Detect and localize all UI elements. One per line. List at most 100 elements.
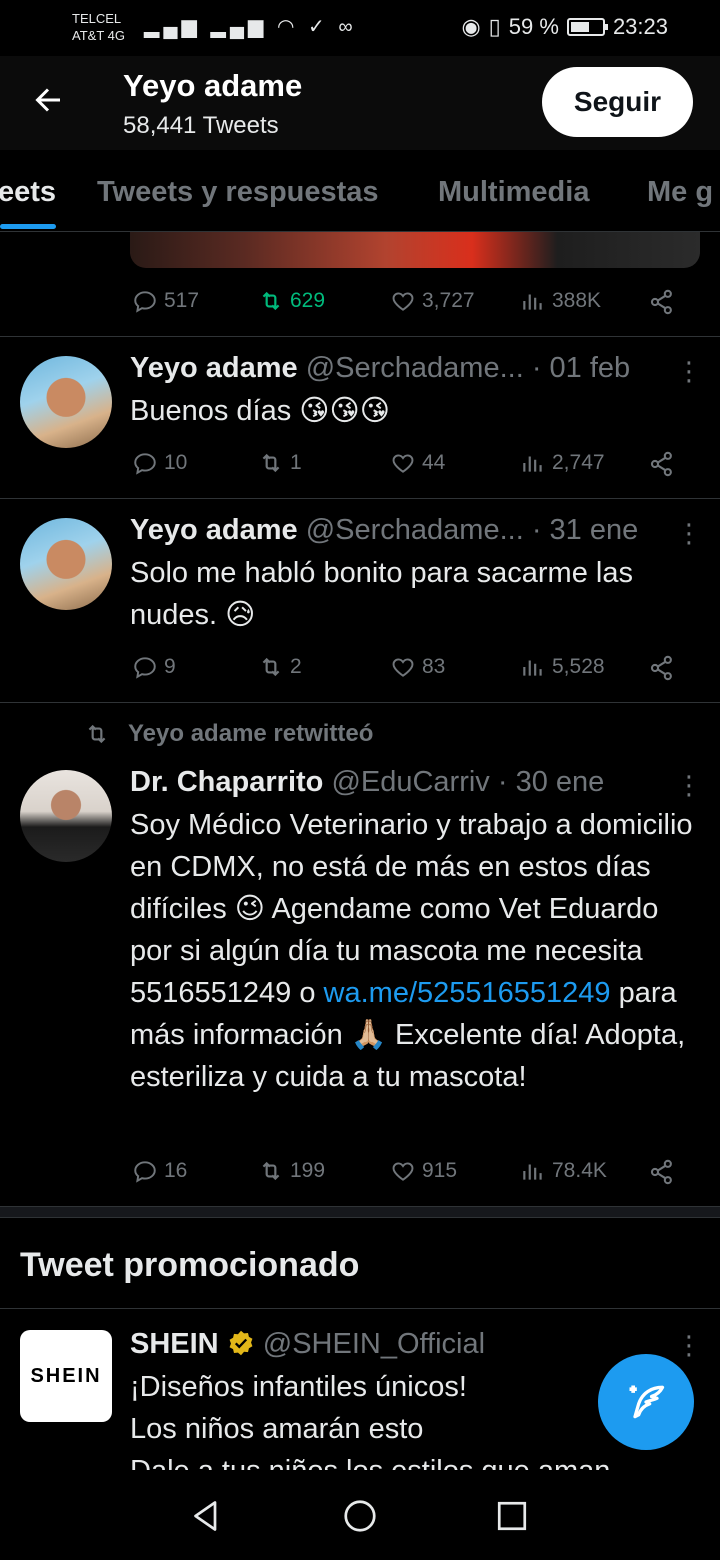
retweet-count: 199: [290, 1159, 326, 1182]
views-button[interactable]: 78.4K: [520, 1158, 607, 1184]
eye-icon: ◉: [461, 14, 481, 39]
author-name[interactable]: Yeyo adame: [130, 514, 298, 546]
reply-count: 16: [164, 1159, 188, 1182]
notification-icon: ∞: [338, 16, 357, 38]
avatar[interactable]: [20, 518, 112, 610]
nav-back-icon[interactable]: [188, 1498, 224, 1534]
like-button[interactable]: 83: [390, 654, 445, 680]
download-icon: ✓: [308, 16, 329, 38]
heart-icon: [392, 454, 414, 473]
tweet-text: Solo me habló bonito para sacarme las nu…: [130, 557, 633, 631]
share-button[interactable]: [648, 1158, 676, 1191]
more-options-icon[interactable]: ⋮: [676, 770, 702, 800]
carrier-2: AT&T 4G: [72, 28, 125, 43]
like-button[interactable]: 915: [390, 1158, 457, 1184]
reply-count: 517: [164, 289, 200, 312]
like-button[interactable]: 44: [390, 450, 445, 476]
retweet-context[interactable]: Yeyo adame retwitteó: [84, 720, 373, 748]
divider: [0, 702, 720, 703]
profile-tabs: eets Tweets y respuestas Multimedia Me g: [0, 150, 720, 232]
retweet-icon: [88, 724, 106, 744]
reply-button[interactable]: 9: [132, 654, 176, 680]
compose-feather-icon: [629, 1385, 665, 1419]
status-bar: TELCEL AT&T 4G ▂▄▆ ▂▄▆ ◠ ✓ ∞ ◉ ▯ 59 % 23…: [0, 0, 720, 56]
signal-icon: ▂▄▆: [210, 16, 268, 38]
tweet-meta: Yeyo adame @Serchadame... · 31 ene: [130, 514, 638, 547]
view-count: 5,528: [552, 655, 605, 678]
tweet-actions: 10 1 44 2,747: [0, 450, 720, 482]
author-name[interactable]: Dr. Chaparrito: [130, 766, 323, 798]
share-button[interactable]: [648, 654, 676, 687]
retweet-button[interactable]: 199: [258, 1158, 325, 1184]
retweet-count: 2: [290, 655, 302, 678]
share-icon: [650, 451, 672, 477]
retweeted-by: Yeyo adame retwitteó: [128, 720, 374, 747]
views-icon: [523, 1164, 542, 1180]
tweet-meta: Yeyo adame @Serchadame... · 01 feb: [130, 352, 630, 385]
more-options-icon[interactable]: ⋮: [676, 356, 702, 386]
tweet-text: Soy Médico Veterinario y trabajo a domic…: [130, 804, 700, 1098]
view-count: 78.4K: [552, 1159, 607, 1182]
views-button[interactable]: 5,528: [520, 654, 605, 680]
tweet-meta: SHEIN @SHEIN_Official: [130, 1328, 485, 1361]
active-tab-indicator: [0, 224, 56, 229]
views-icon: [523, 294, 542, 310]
heart-icon: [392, 658, 414, 677]
reply-icon: [134, 453, 156, 475]
like-count: 3,727: [422, 289, 475, 312]
tab-media[interactable]: Multimedia: [438, 176, 589, 209]
tweet-date: · 31 ene: [531, 514, 639, 546]
nav-recents-icon[interactable]: [494, 1498, 530, 1534]
heart-icon: [392, 292, 414, 311]
tab-likes[interactable]: Me g: [647, 176, 713, 209]
signal-icon: ▂▄▆: [144, 16, 201, 38]
nav-home-icon[interactable]: [342, 1498, 378, 1534]
reply-button[interactable]: 16: [132, 1158, 187, 1184]
author-handle: @EduCarriv: [331, 766, 490, 798]
author-name[interactable]: SHEIN: [130, 1328, 219, 1360]
reply-count: 9: [164, 655, 176, 678]
reply-button[interactable]: 517: [132, 288, 199, 314]
tweet-date: · 01 feb: [531, 352, 631, 384]
status-right: ◉ ▯ 59 % 23:23: [461, 14, 668, 40]
reply-button[interactable]: 10: [132, 450, 187, 476]
author-name[interactable]: Yeyo adame: [130, 352, 298, 384]
retweet-button[interactable]: 1: [258, 450, 302, 476]
more-options-icon[interactable]: ⋮: [676, 518, 702, 548]
like-button[interactable]: 3,727: [390, 288, 475, 314]
timeline[interactable]: 517 629 3,727 388K Yeyo adame @Serchadam…: [0, 232, 720, 1470]
retweet-icon: [262, 1161, 280, 1181]
battery-icon: [566, 18, 608, 36]
retweet-count: 1: [290, 451, 302, 474]
divider: [0, 336, 720, 337]
back-arrow-icon[interactable]: [30, 82, 66, 118]
tweet-media[interactable]: [130, 232, 700, 268]
views-button[interactable]: 388K: [520, 288, 601, 314]
share-button[interactable]: [648, 450, 676, 483]
views-icon: [523, 660, 542, 676]
retweet-button[interactable]: 2: [258, 654, 302, 680]
clock: 23:23: [612, 14, 668, 39]
signal-icons: ▂▄▆ ▂▄▆ ◠ ✓ ∞: [144, 14, 357, 39]
tweet-link[interactable]: wa.me/525516551249: [324, 977, 611, 1009]
retweet-icon: [262, 657, 280, 677]
share-button[interactable]: [648, 288, 676, 321]
tab-tweets-replies[interactable]: Tweets y respuestas: [97, 176, 379, 209]
tab-tweets[interactable]: eets: [0, 176, 56, 209]
author-handle: @Serchadame...: [305, 352, 524, 384]
more-options-icon[interactable]: ⋮: [676, 1330, 702, 1360]
shein-logo[interactable]: SHEIN: [20, 1330, 112, 1422]
compose-tweet-button[interactable]: [598, 1354, 694, 1450]
profile-name: Yeyo adame: [123, 68, 303, 103]
carrier-info: TELCEL AT&T 4G: [72, 10, 125, 44]
views-button[interactable]: 2,747: [520, 450, 605, 476]
profile-header: Yeyo adame 58,441 Tweets Seguir: [0, 56, 720, 150]
avatar[interactable]: [20, 356, 112, 448]
retweet-button[interactable]: 629: [258, 288, 325, 314]
follow-button[interactable]: Seguir: [542, 67, 693, 137]
view-count: 388K: [552, 289, 602, 312]
share-icon: [650, 289, 672, 315]
retweet-count: 629: [290, 289, 326, 312]
reply-icon: [134, 291, 156, 313]
avatar[interactable]: [20, 770, 112, 862]
